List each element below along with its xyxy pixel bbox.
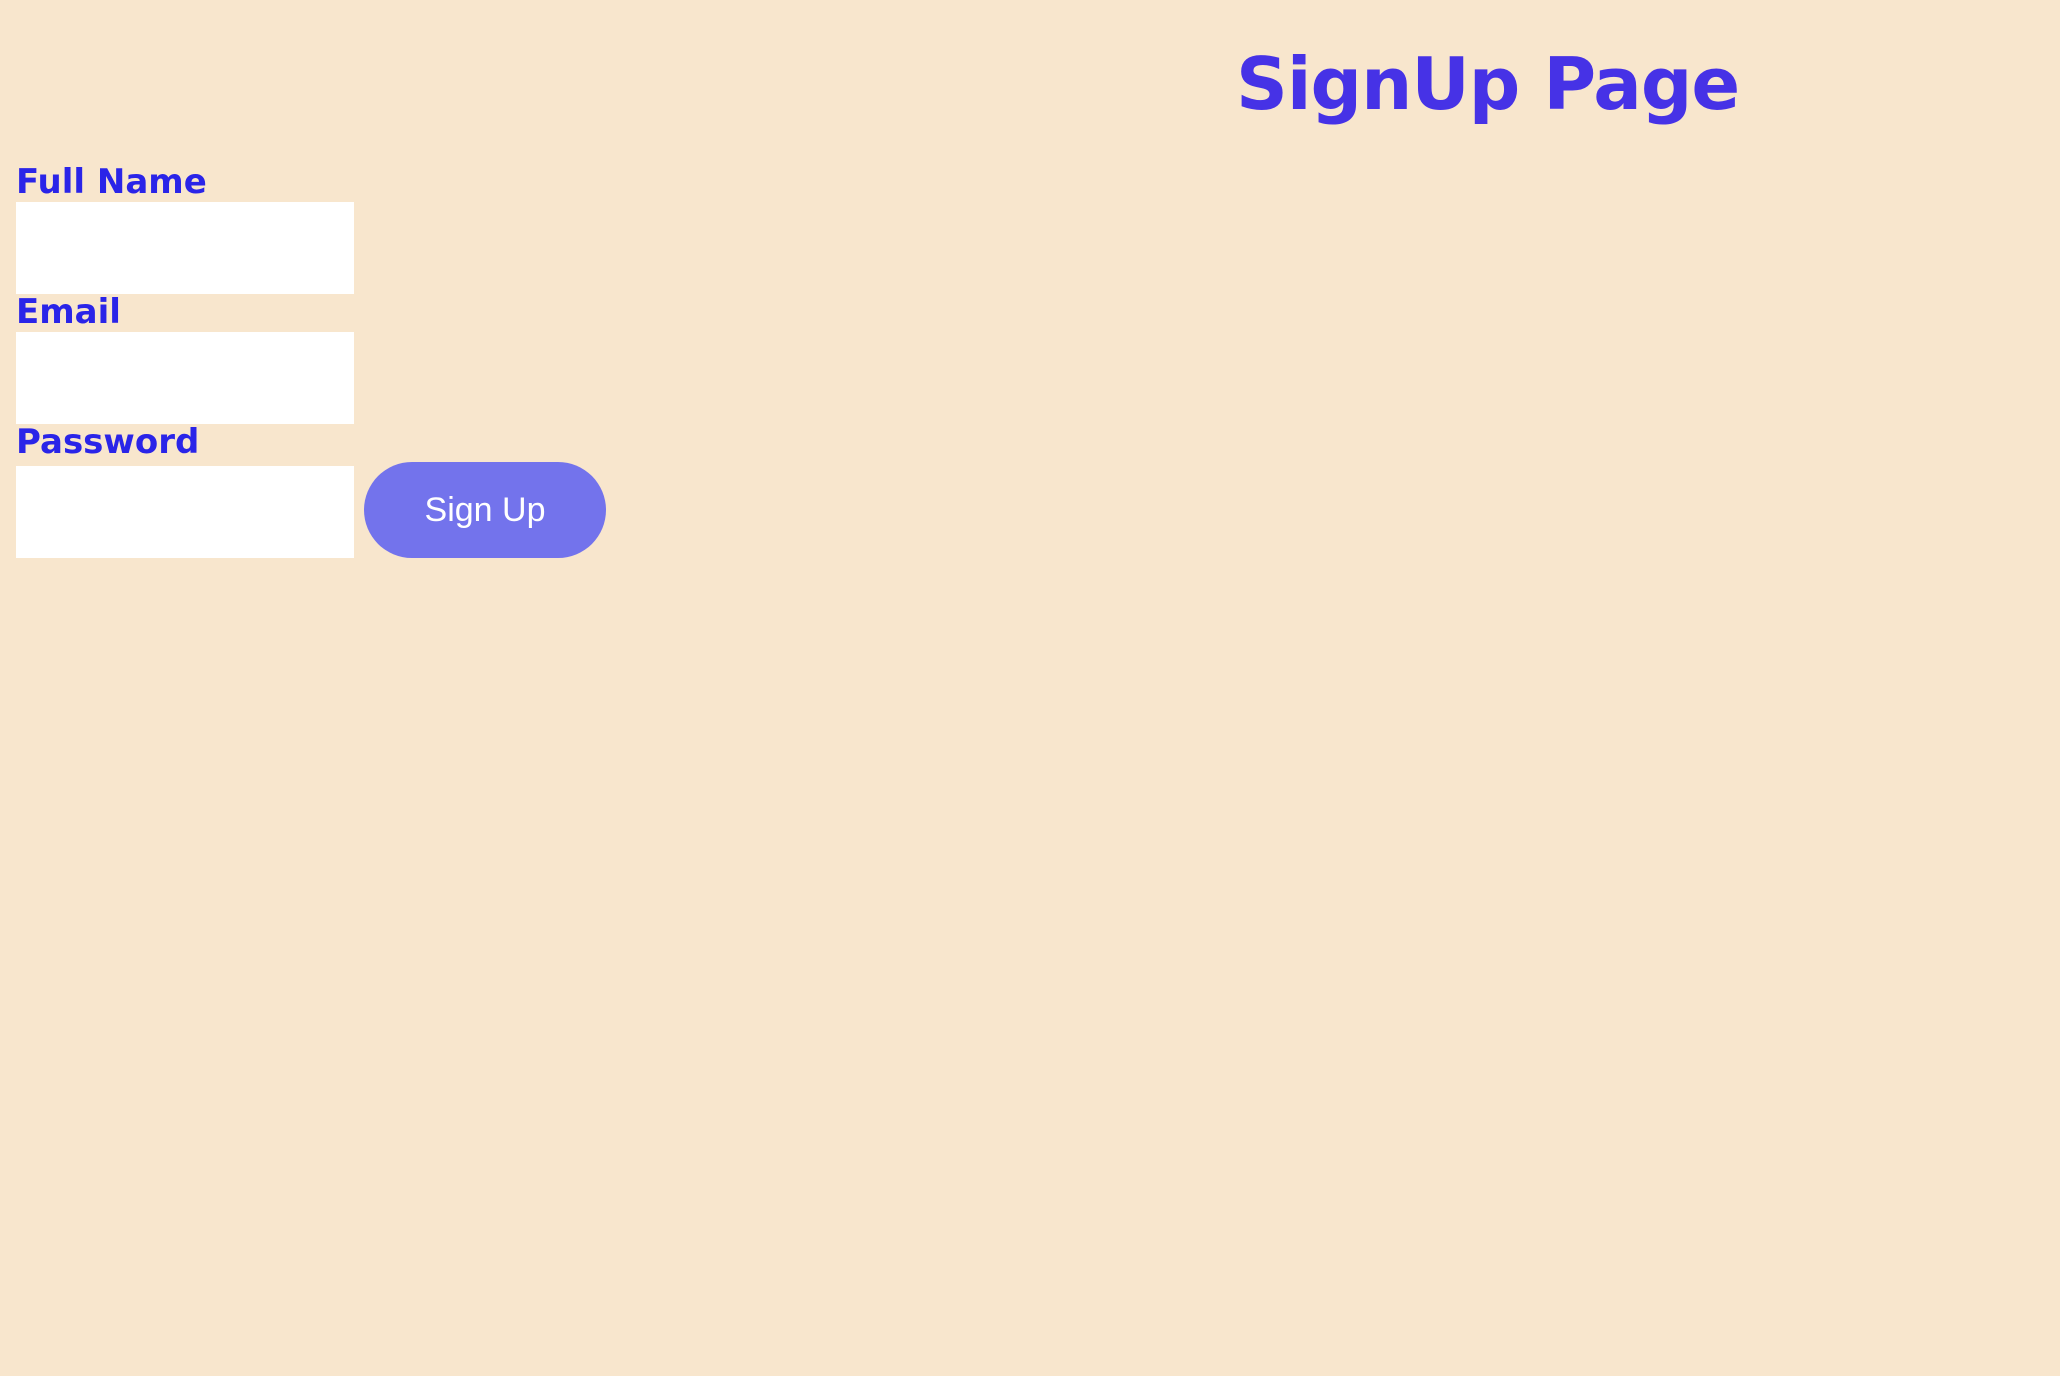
full-name-input[interactable] [16,202,354,294]
page-title: SignUp Page [1236,42,1740,126]
password-input[interactable] [16,466,354,558]
email-input[interactable] [16,332,354,424]
email-label: Email [16,292,121,332]
full-name-label: Full Name [16,162,207,202]
password-label: Password [16,422,200,462]
sign-up-button[interactable]: Sign Up [364,462,606,558]
